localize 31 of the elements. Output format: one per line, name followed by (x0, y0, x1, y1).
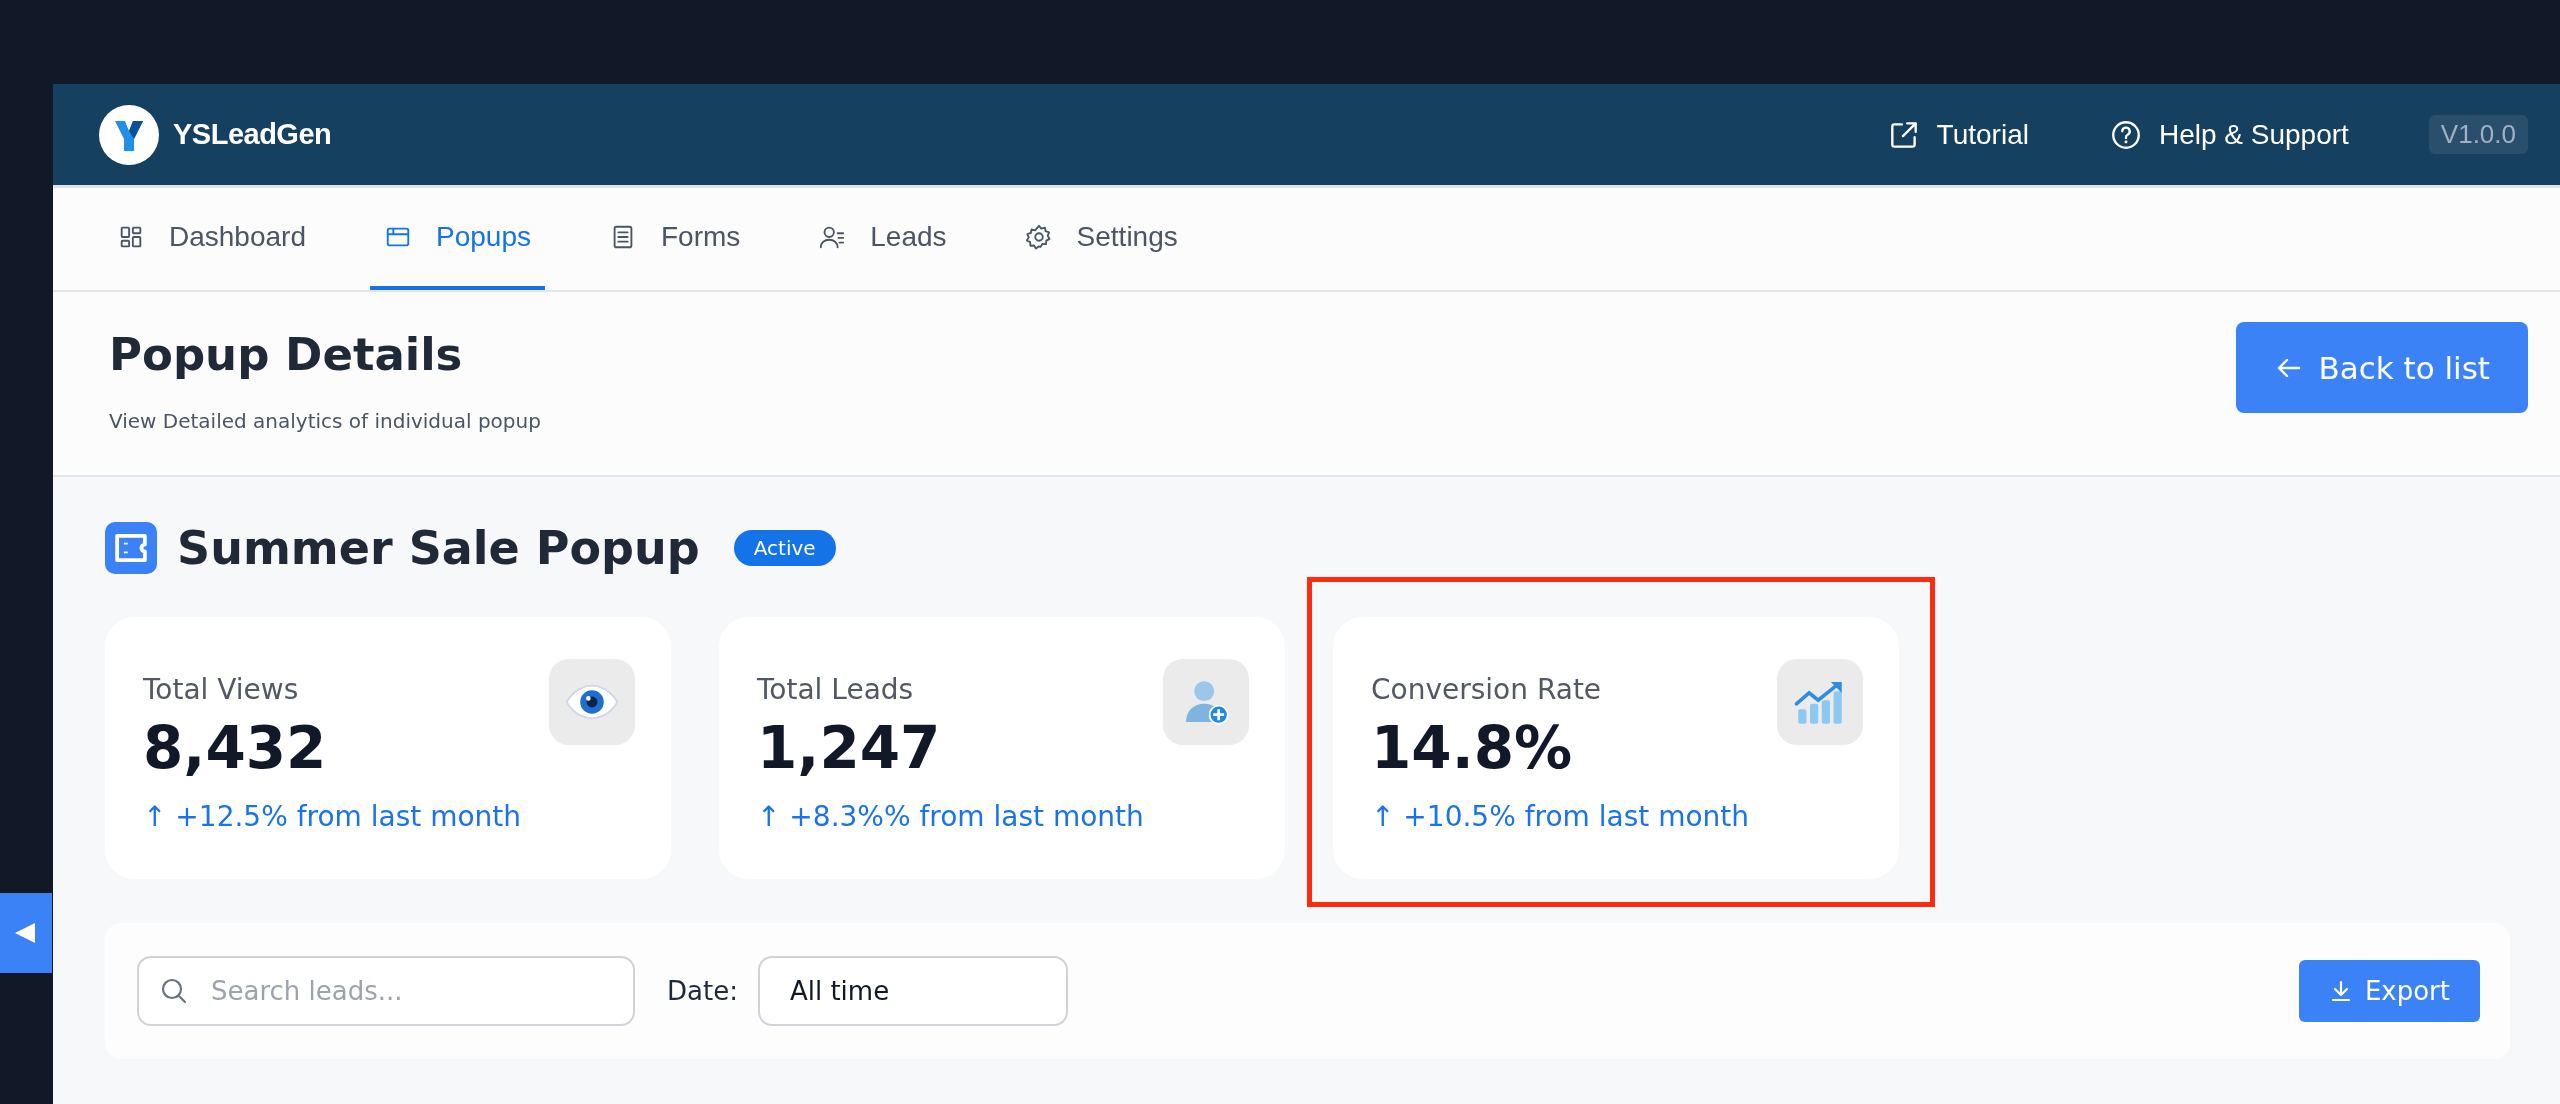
popup-name: Summer Sale Popup (177, 521, 700, 575)
popup-icon (105, 522, 157, 574)
stat-trend: ↑ +10.5% from last month (1371, 800, 1749, 833)
page-title: Popup Details (109, 328, 464, 381)
nav-tab[interactable]: Dashboard (103, 188, 320, 290)
search-field[interactable]: Search leads... (137, 956, 635, 1026)
logo-icon (99, 104, 159, 165)
date-select[interactable]: All time (757, 956, 1068, 1026)
search-icon (159, 976, 189, 1006)
tutorial-link[interactable]: Tutorial (1886, 117, 2029, 152)
nav-tab[interactable]: Leads (804, 188, 961, 290)
stat-value: 8,432 (143, 714, 328, 782)
version-label: V1.0.0 (2428, 115, 2528, 154)
help-link[interactable]: Help & Support (2108, 117, 2349, 152)
stat-trend: ↑ +12.5% from last month (143, 800, 521, 833)
status-badge: Active (733, 530, 836, 566)
stat-value: 1,247 (757, 714, 942, 782)
settings-icon (1024, 223, 1053, 251)
date-label: Date: (667, 976, 738, 1006)
nav-tab[interactable]: Forms (594, 188, 755, 290)
stat-label: Total Leads (757, 673, 915, 706)
back-button[interactable]: Back to list (2236, 322, 2528, 413)
stat-label: Conversion Rate (1371, 673, 1603, 706)
sidebar-toggle[interactable] (0, 893, 52, 973)
page-subtitle: View Detailed analytics of individual popup (109, 409, 541, 433)
stat-value: 14.8% (1371, 714, 1574, 782)
stat-trend: ↑ +8.3%% from last month (757, 800, 1144, 833)
stat-label: Total Views (143, 673, 300, 706)
nav-tab[interactable]: Settings (1010, 188, 1192, 290)
app-name: YSLeadGen (173, 118, 332, 151)
export-button[interactable]: Export (2298, 960, 2480, 1022)
